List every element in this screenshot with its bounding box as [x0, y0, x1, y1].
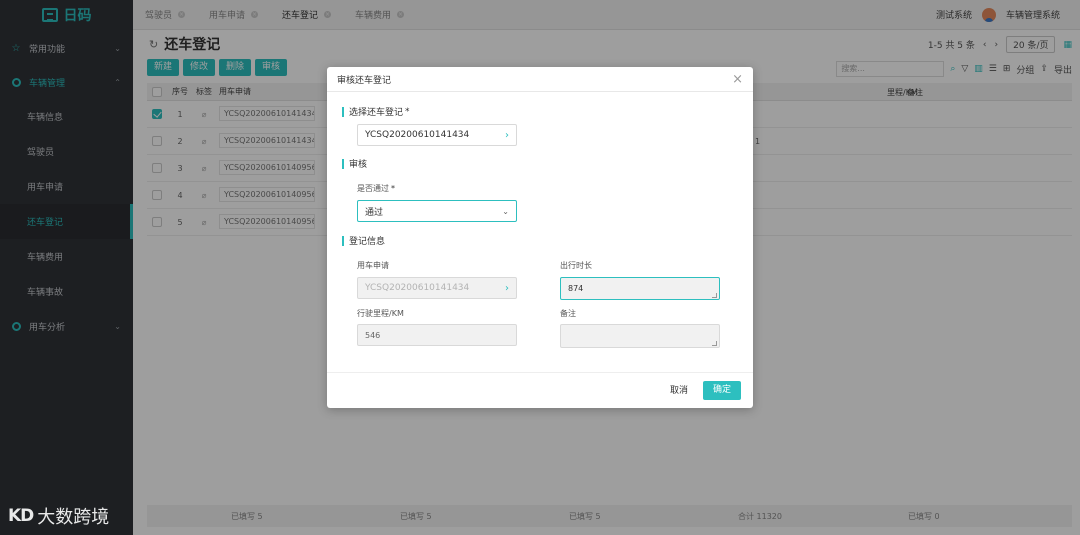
dialog-header: 审核还车登记 ×: [327, 67, 753, 92]
section-label: 登记信息: [349, 237, 386, 247]
audit-return-dialog: 审核还车登记 × 选择还车登记 * YCSQ20200610141434 › 审…: [327, 67, 753, 408]
pass-label: 是否通过 *: [357, 184, 395, 193]
watermark: KD 大数跨境: [8, 503, 109, 529]
resize-handle-icon: [712, 341, 717, 346]
request-field: YCSQ20200610141434 ›: [357, 277, 517, 299]
remark-textarea: [560, 324, 720, 348]
remark-label: 备注: [560, 309, 576, 318]
section-bar: [342, 158, 344, 169]
close-icon[interactable]: ×: [732, 72, 743, 87]
return-record-selector[interactable]: YCSQ20200610141434 ›: [357, 124, 517, 146]
section-bar: [342, 106, 344, 117]
watermark-text: 大数跨境: [37, 507, 110, 528]
section-audit: 审核: [342, 157, 367, 170]
pass-select-value: 通过: [365, 207, 384, 218]
chevron-down-icon: ⌄: [502, 206, 509, 216]
chevron-right-icon: ›: [505, 282, 509, 294]
section-label: 审核: [349, 160, 368, 170]
request-label: 用车申请: [357, 261, 389, 270]
mileage-value: 546: [365, 330, 381, 340]
mileage-label: 行驶里程/KM: [357, 309, 404, 318]
section-bar: [342, 235, 344, 246]
duration-textarea[interactable]: 874: [560, 277, 720, 300]
confirm-button[interactable]: 确定: [703, 381, 741, 400]
resize-handle-icon[interactable]: [712, 293, 717, 298]
chevron-right-icon: ›: [505, 129, 509, 141]
cancel-button[interactable]: 取消: [670, 383, 688, 396]
duration-label: 出行时长: [560, 261, 592, 270]
dialog-footer: 取消 确定: [327, 372, 753, 408]
duration-value: 874: [568, 284, 584, 293]
watermark-logo: KD: [8, 506, 34, 526]
mileage-field: 546: [357, 324, 517, 346]
selector-value: YCSQ20200610141434: [365, 130, 470, 140]
pass-select[interactable]: 通过 ⌄: [357, 200, 517, 222]
section-label: 选择还车登记: [349, 108, 404, 118]
section-register-info: 登记信息: [342, 234, 385, 247]
required-mark: *: [405, 106, 410, 117]
section-select-return: 选择还车登记 *: [342, 105, 410, 118]
request-field-value: YCSQ20200610141434: [365, 283, 470, 293]
dialog-title: 审核还车登记: [337, 75, 392, 86]
